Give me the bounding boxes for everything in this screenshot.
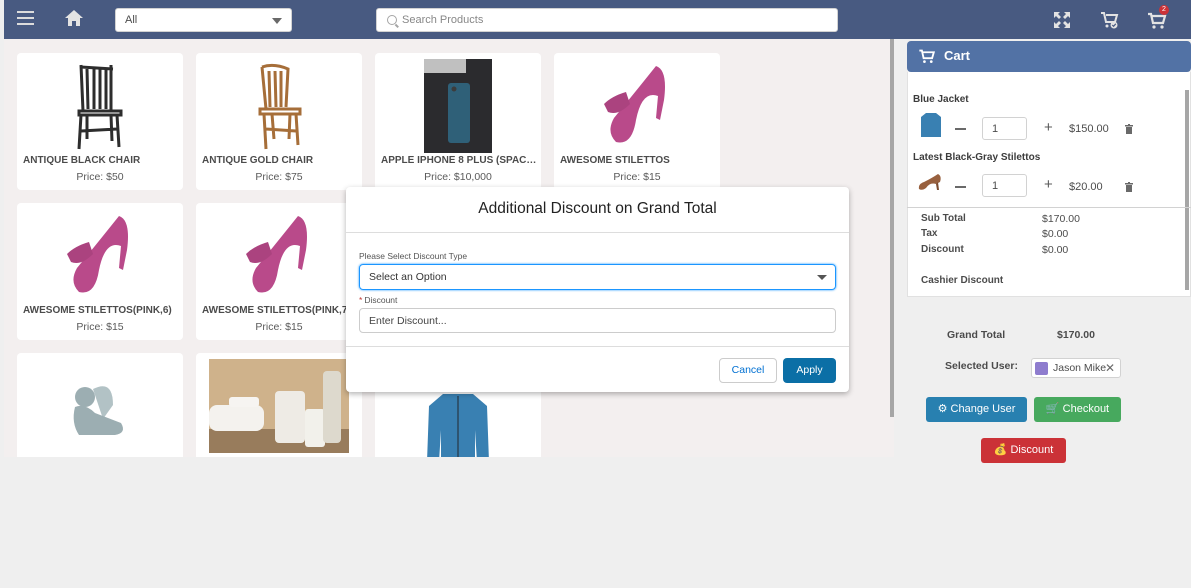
- discount-input[interactable]: [359, 308, 836, 333]
- cancel-button[interactable]: Cancel: [719, 358, 777, 383]
- discount-type-select[interactable]: Select an Option: [359, 264, 836, 290]
- discount-field-label: * Discount: [359, 295, 397, 305]
- apply-button[interactable]: Apply: [783, 358, 836, 383]
- chevron-down-icon: [817, 275, 827, 280]
- discount-modal: Additional Discount on Grand Total Pleas…: [346, 187, 849, 392]
- required-mark: *: [359, 295, 363, 305]
- modal-divider: [346, 232, 849, 233]
- discount-label-text: Discount: [364, 295, 398, 305]
- modal-title: Additional Discount on Grand Total: [478, 200, 717, 217]
- modal-footer-divider: [346, 346, 849, 347]
- discount-type-label: Please Select Discount Type: [359, 251, 468, 261]
- discount-type-value: Select an Option: [369, 271, 447, 283]
